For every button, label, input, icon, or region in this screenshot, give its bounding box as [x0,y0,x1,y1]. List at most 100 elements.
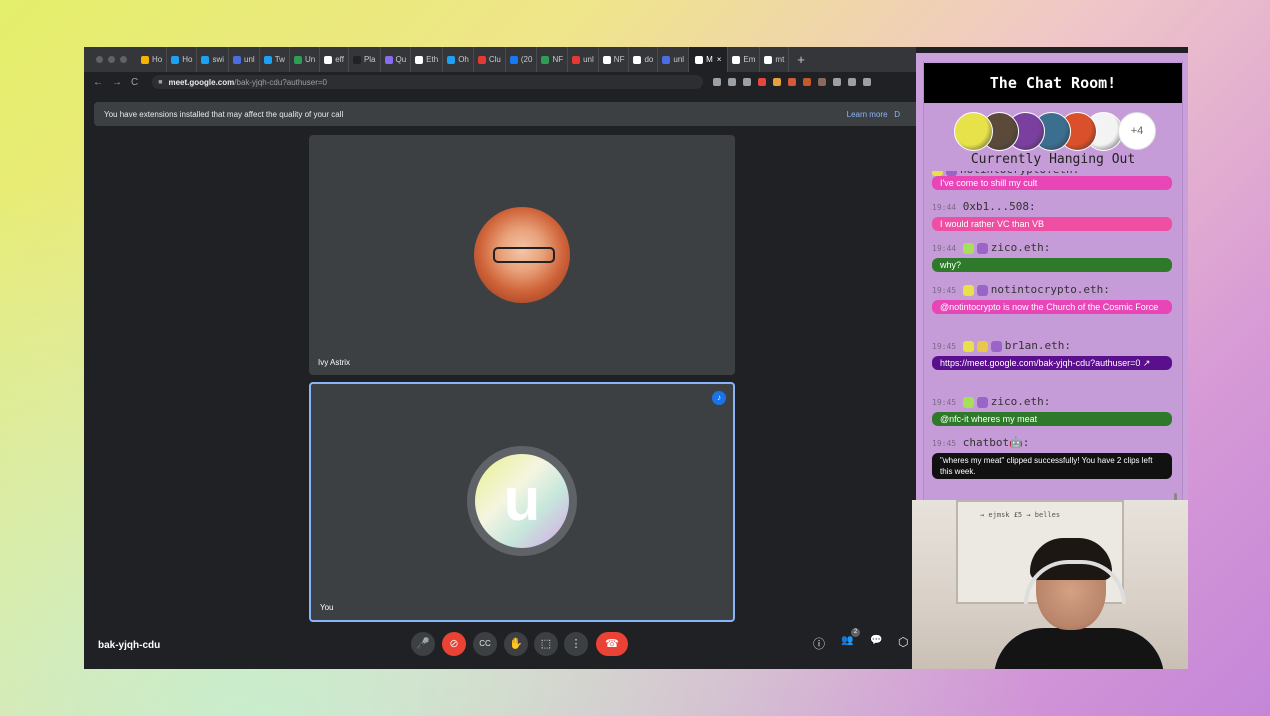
chat-title: The Chat Room! [924,63,1182,103]
url-path: /bak-yjqh-cdu?authuser=0 [234,77,327,87]
url-host: meet.google.com [168,77,235,87]
camera-icon[interactable] [713,78,722,86]
learn-more-link[interactable]: Learn more D [847,110,924,119]
message-list[interactable]: notintocrypto.eth: I've come to shill my … [924,171,1182,500]
user-badge-icon [962,340,974,352]
extension-icon[interactable] [803,78,812,86]
warning-message: You have extensions installed that may a… [104,109,344,119]
tab-favicon-icon [324,55,333,64]
participant-tile-ivy[interactable]: Ivy Astrix [309,135,735,375]
window-controls[interactable] [84,56,137,63]
message-author[interactable]: zico.eth: [991,395,1051,408]
tab-favicon-icon [233,55,242,64]
browser-tab[interactable]: unl [658,47,690,72]
microphone-button[interactable]: 🎤 [411,632,435,656]
message-bubble[interactable]: https://meet.google.com/bak-yjqh-cdu?aut… [932,356,1172,370]
message-header: 19:45 chatbot🤖: [932,436,1029,449]
extension-icon[interactable] [818,78,827,86]
reload-icon[interactable]: C [131,77,138,88]
browser-tab[interactable]: (20 [506,47,538,72]
more-members-badge[interactable]: +4 [1118,112,1156,150]
chat-icon[interactable]: 💬 [870,635,882,646]
dismiss-button[interactable]: D [894,110,900,119]
browser-tab[interactable]: swi [197,47,230,72]
present-button[interactable]: ⬚ [534,632,558,656]
puzzle-icon[interactable] [833,78,842,86]
extensions-toolbar [713,78,872,86]
browser-tab[interactable]: unl [568,47,599,72]
browser-tab[interactable]: Ho [137,47,168,72]
star-icon[interactable] [743,78,752,86]
share-icon[interactable] [728,78,737,86]
browser-tab[interactable]: do [629,47,659,72]
tab-favicon-icon [695,55,704,64]
participant-name: You [320,603,334,612]
message-header: 19:45 br1an.eth: [932,339,1071,352]
tab-label: Ho [182,55,193,64]
tab-favicon-icon [384,55,393,64]
message-bubble: @nfc-it wheres my meat [932,412,1172,426]
browser-tab[interactable]: NF [599,47,630,72]
tab-active[interactable]: M × [689,47,729,72]
browser-tab[interactable]: NF [537,47,569,72]
back-icon[interactable]: ← [93,77,103,88]
raise-hand-button[interactable]: ✋ [504,632,528,656]
tab-label: do [644,55,654,64]
end-call-button[interactable]: ☎ [596,632,628,656]
tab-label: unl [583,55,594,64]
message-header: 19:45 notintocrypto.eth: [932,283,1110,296]
whiteboard-text: → ejmsk £5 → belles [980,511,1061,519]
message-author[interactable]: br1an.eth: [1005,339,1071,352]
tab-label: Un [304,55,316,64]
message-author[interactable]: chatbot🤖: [963,436,1030,449]
tab-favicon-icon [201,55,210,64]
browser-tab[interactable]: Tw [260,47,290,72]
browser-tab[interactable]: eff [320,47,349,72]
more-options-button[interactable]: ⋮ [564,632,588,656]
extension-icon[interactable] [758,78,767,86]
extension-icon[interactable] [773,78,782,86]
message-bubble: why? [932,258,1172,272]
user-badge-icon [976,340,988,352]
browser-tab[interactable]: Un [290,47,321,72]
browser-tab[interactable]: Clu [474,47,506,72]
user-badge-icon [962,242,974,254]
sidebar-icon[interactable] [863,78,872,86]
info-icon[interactable]: ⓘ [813,635,825,652]
meeting-controls-bar: bak-yjqh-cdu 🎤 ⊘ CC ✋ ⬚ ⋮ ☎ ⓘ 2 👥 💬 ⬡ [84,627,916,669]
tab-favicon-icon [141,55,149,64]
chat-panel: The Chat Room! +4 Currently Hanging Out … [916,53,1188,501]
captions-button[interactable]: CC [473,632,497,656]
message-author[interactable]: zico.eth: [991,241,1051,254]
message-bubble: I would rather VC than VB [932,217,1172,231]
browser-tab[interactable]: Ho [167,47,198,72]
message-header: 19:45 zico.eth: [932,395,1050,408]
reading-list-icon[interactable] [848,78,857,86]
new-tab-button[interactable]: + [789,52,813,67]
user-badge-icon [976,242,988,254]
avatar-glasses [493,247,555,263]
message-author[interactable]: 0xb1...508: [963,200,1036,213]
tab-favicon-icon [415,55,424,64]
message-author[interactable]: notintocrypto.eth: [991,283,1110,296]
browser-tab[interactable]: Oh [443,47,474,72]
browser-tab[interactable]: Qu [381,47,412,72]
tab-favicon-icon [662,55,671,64]
avatar-stack[interactable]: +4 [954,112,1156,151]
camera-off-button[interactable]: ⊘ [442,632,466,656]
url-input[interactable]: ■ meet.google.com /bak-yjqh-cdu?authuser… [152,75,704,89]
person-shirt [994,628,1164,669]
extension-icon[interactable] [788,78,797,86]
activities-icon[interactable]: ⬡ [898,635,908,649]
forward-icon[interactable]: → [112,77,122,88]
close-tab-icon[interactable]: × [717,55,722,64]
tab-label: unl [244,55,255,64]
participant-tile-you[interactable]: ♪ u You [309,382,735,622]
browser-tab[interactable]: Pla [349,47,381,72]
member-avatar[interactable] [954,112,993,151]
browser-tab[interactable]: Eth [411,47,444,72]
people-icon[interactable]: 👥 [841,635,853,646]
browser-tab[interactable]: Em [728,47,761,72]
browser-tab[interactable]: mt [760,47,790,72]
browser-tab[interactable]: unl [229,47,260,72]
